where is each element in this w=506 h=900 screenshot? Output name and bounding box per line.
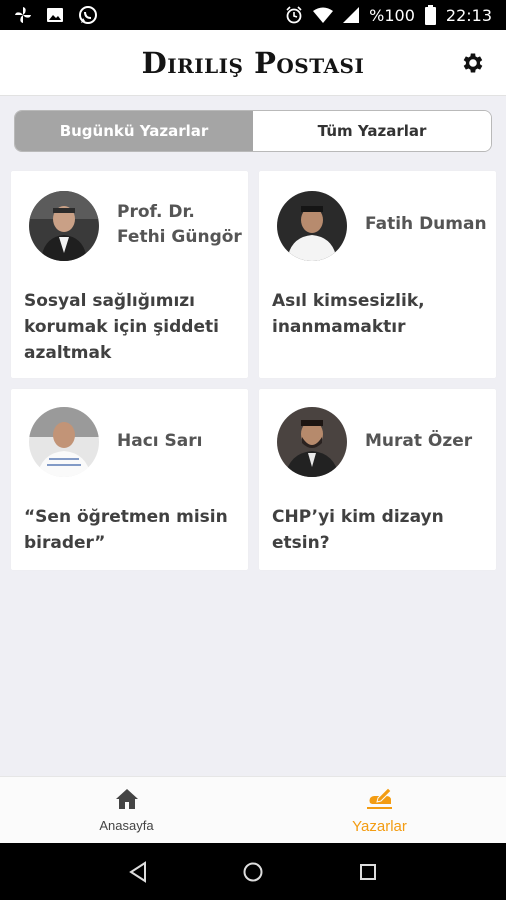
back-icon[interactable]: [123, 857, 153, 887]
author-name-line: Prof. Dr.: [117, 202, 195, 222]
signal-icon: [343, 7, 360, 23]
author-name: Hacı Sarı: [117, 429, 202, 454]
author-card[interactable]: Fatih Duman Asıl kimsesizlik, inanmamakt…: [259, 171, 496, 378]
app-header: Diriliş Postası: [0, 30, 506, 96]
author-name-line: Fethi Güngör: [117, 227, 242, 247]
title-line: korumak için şiddeti: [24, 317, 219, 337]
status-right-icons: %100 22:13: [285, 5, 492, 25]
wifi-icon: [313, 7, 334, 23]
tab-all-authors[interactable]: Tüm Yazarlar: [253, 111, 491, 151]
image-icon: [46, 7, 64, 23]
title-line: inanmamaktır: [272, 317, 406, 337]
title-line: Sosyal sağlığımızı: [24, 291, 196, 311]
nav-item-authors[interactable]: Yazarlar: [253, 777, 506, 843]
home-icon: [115, 788, 139, 814]
title-line: birader”: [24, 533, 106, 553]
status-bar: %100 22:13: [0, 0, 506, 30]
author-card[interactable]: Hacı Sarı “Sen öğretmen misin birader”: [11, 389, 248, 570]
title-line: “Sen öğretmen misin: [24, 507, 228, 527]
article-title: Sosyal sağlığımızı korumak için şiddeti …: [24, 288, 239, 366]
title-line: CHP’yi kim dizayn: [272, 507, 444, 527]
avatar: [277, 191, 347, 261]
avatar: [29, 191, 99, 261]
title-line: Asıl kimsesizlik,: [272, 291, 425, 311]
recents-icon[interactable]: [353, 857, 383, 887]
battery-percent: %100: [369, 5, 415, 25]
article-title: “Sen öğretmen misin birader”: [24, 504, 239, 556]
author-filter-segment: Bugünkü Yazarlar Tüm Yazarlar: [14, 110, 492, 152]
tab-todays-authors[interactable]: Bugünkü Yazarlar: [15, 111, 253, 151]
status-left-icons: [14, 5, 98, 25]
nav-label-home: Anasayfa: [99, 817, 154, 833]
author-name: Murat Özer: [365, 429, 472, 454]
author-card[interactable]: Prof. Dr. Fethi Güngör Sosyal sağlığımız…: [11, 171, 248, 378]
battery-icon: [424, 5, 436, 25]
nav-label-authors: Yazarlar: [352, 817, 407, 835]
author-name-line: Hacı Sarı: [117, 431, 203, 451]
author-name-line: Fatih Duman: [365, 214, 487, 234]
bottom-navigation: Anasayfa Yazarlar: [0, 776, 506, 843]
nav-item-home[interactable]: Anasayfa: [0, 777, 253, 843]
article-title: Asıl kimsesizlik, inanmamaktır: [272, 288, 487, 340]
clock: 22:13: [445, 5, 492, 25]
author-name-line: Murat Özer: [365, 431, 473, 451]
avatar: [277, 407, 347, 477]
home-circle-icon[interactable]: [238, 857, 268, 887]
whatsapp-icon: [78, 5, 98, 25]
system-navigation-bar: [0, 843, 506, 900]
title-line: azaltmak: [24, 343, 112, 363]
fan-icon: [14, 6, 32, 24]
gear-icon[interactable]: [460, 50, 486, 76]
title-line: etsin?: [272, 533, 330, 553]
alarm-icon: [285, 6, 303, 24]
author-card[interactable]: Murat Özer CHP’yi kim dizayn etsin?: [259, 389, 496, 570]
article-title: CHP’yi kim dizayn etsin?: [272, 504, 487, 556]
author-name: Prof. Dr. Fethi Güngör: [117, 200, 242, 250]
app-logo: Diriliş Postası: [141, 45, 365, 80]
author-name: Fatih Duman: [365, 212, 487, 237]
pen-hand-icon: [364, 786, 396, 814]
avatar: [29, 407, 99, 477]
